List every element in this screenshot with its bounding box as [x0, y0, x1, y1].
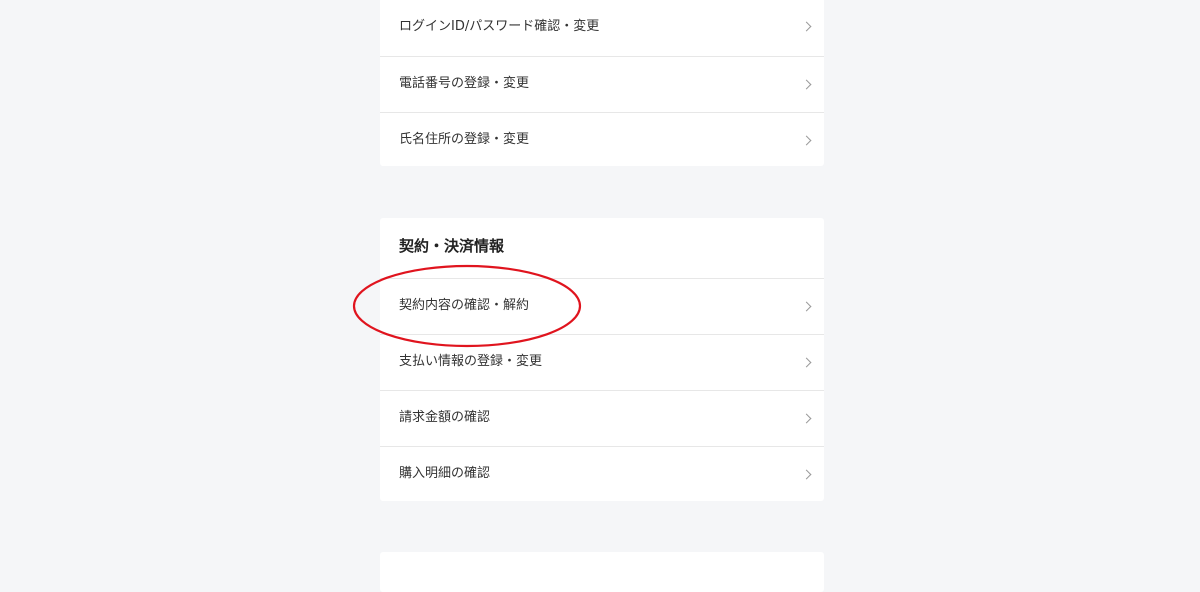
menu-item-purchase-history[interactable]: 購入明細の確認 [380, 446, 824, 502]
menu-item-label: 請求金額の確認 [399, 410, 491, 425]
menu-item-label: 契約内容の確認・解約 [399, 298, 530, 313]
chevron-right-icon [801, 135, 812, 145]
menu-item-phone-number[interactable]: 電話番号の登録・変更 [380, 56, 824, 112]
menu-item-payment-info[interactable]: 支払い情報の登録・変更 [380, 334, 824, 390]
chevron-right-icon [801, 301, 812, 311]
account-settings-card: ログインID/パスワード確認・変更 電話番号の登録・変更 氏名住所の登録・変更 [380, 0, 824, 166]
contract-payment-card: 契約・決済情報 契約内容の確認・解約 支払い情報の登録・変更 請求金額の確認 購… [380, 218, 824, 501]
section-title: 契約・決済情報 [399, 237, 505, 255]
menu-item-label: 支払い情報の登録・変更 [399, 354, 543, 369]
menu-item-label: 電話番号の登録・変更 [399, 76, 530, 91]
menu-item-billing-amount[interactable]: 請求金額の確認 [380, 390, 824, 446]
chevron-right-icon [801, 79, 812, 89]
menu-item-label: ログインID/パスワード確認・変更 [399, 19, 600, 34]
chevron-right-icon [801, 413, 812, 423]
next-section-card [380, 552, 824, 592]
menu-item-label: 氏名住所の登録・変更 [399, 132, 530, 147]
menu-item-label: 購入明細の確認 [399, 466, 491, 481]
menu-item-contract-details-cancel[interactable]: 契約内容の確認・解約 [380, 278, 824, 334]
menu-item-login-id-password[interactable]: ログインID/パスワード確認・変更 [380, 0, 824, 56]
chevron-right-icon [801, 469, 812, 479]
chevron-right-icon [801, 21, 812, 32]
menu-item-name-address[interactable]: 氏名住所の登録・変更 [380, 112, 824, 168]
chevron-right-icon [801, 357, 812, 367]
